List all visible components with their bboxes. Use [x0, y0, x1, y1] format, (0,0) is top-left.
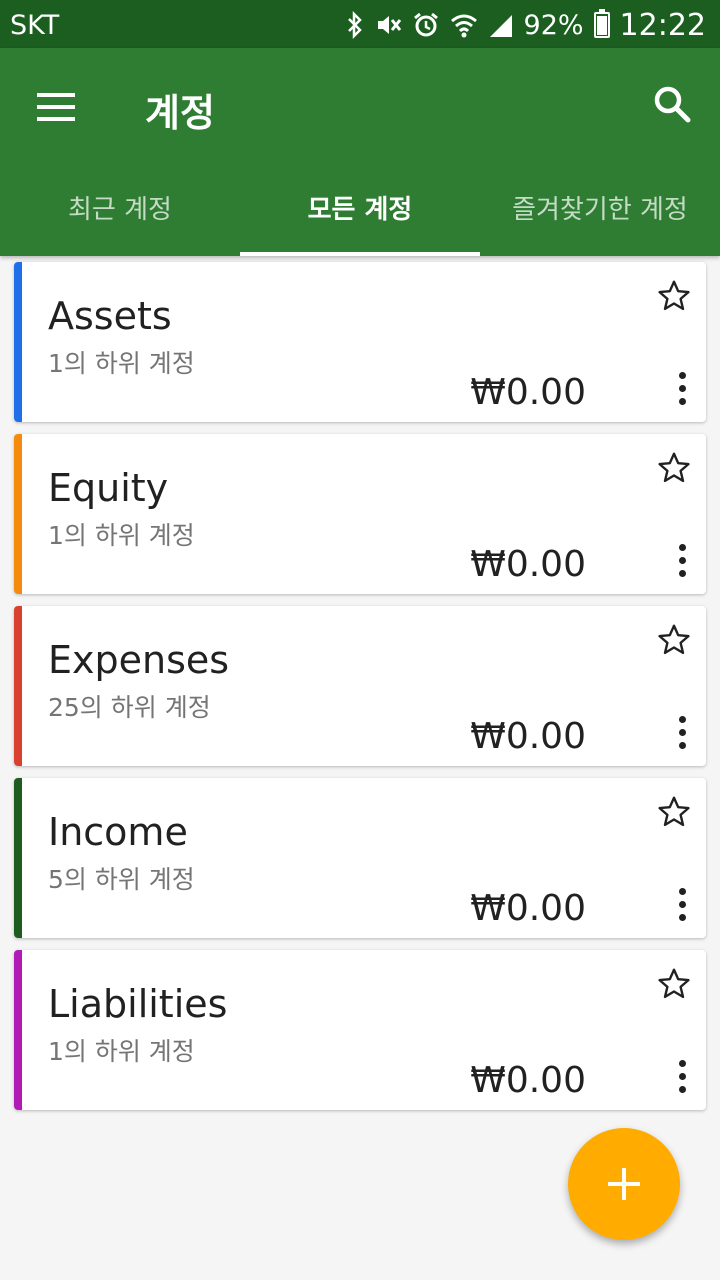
account-color-stripe: [14, 950, 22, 1110]
star-icon[interactable]: [656, 794, 692, 830]
status-bar: SKT 92% 12:22: [0, 0, 720, 48]
account-balance: ₩0.00: [470, 716, 586, 757]
account-balance: ₩0.00: [470, 1060, 586, 1101]
search-icon[interactable]: [652, 84, 692, 124]
battery-percent: 92%: [523, 9, 584, 41]
more-options-icon[interactable]: [676, 544, 688, 578]
battery-icon: [593, 9, 610, 38]
more-options-icon[interactable]: [676, 1060, 688, 1094]
account-balance: ₩0.00: [470, 372, 586, 413]
subaccount-count: 5의 하위 계정: [48, 865, 195, 894]
star-icon[interactable]: [656, 278, 692, 314]
more-options-icon[interactable]: [676, 716, 688, 750]
subaccount-count: 1의 하위 계정: [48, 349, 195, 378]
wifi-icon: [450, 11, 478, 39]
account-card-income[interactable]: Income 5의 하위 계정 ₩0.00: [14, 778, 706, 938]
tab-all-accounts[interactable]: 모든 계정: [240, 160, 480, 256]
account-balance: ₩0.00: [470, 544, 586, 585]
star-icon[interactable]: [656, 622, 692, 658]
more-options-icon[interactable]: [676, 372, 688, 406]
account-color-stripe: [14, 778, 22, 938]
add-account-button[interactable]: [568, 1128, 680, 1240]
star-icon[interactable]: [656, 966, 692, 1002]
account-balance: ₩0.00: [470, 888, 586, 929]
account-card-liabilities[interactable]: Liabilities 1의 하위 계정 ₩0.00: [14, 950, 706, 1110]
carrier-label: SKT: [10, 10, 60, 41]
alarm-icon: [412, 11, 440, 39]
app-bar: 계정 최근 계정 모든 계정 즐겨찾기한 계정: [0, 48, 720, 256]
more-options-icon[interactable]: [676, 888, 688, 922]
subaccount-count: 1의 하위 계정: [48, 1037, 195, 1066]
account-name: Equity: [48, 466, 169, 510]
account-name: Liabilities: [48, 982, 228, 1026]
account-color-stripe: [14, 434, 22, 594]
bluetooth-icon: [346, 11, 364, 39]
account-card-assets[interactable]: Assets 1의 하위 계정 ₩0.00: [14, 262, 706, 422]
tab-recent-accounts[interactable]: 최근 계정: [0, 160, 240, 256]
account-card-expenses[interactable]: Expenses 25의 하위 계정 ₩0.00: [14, 606, 706, 766]
vibrate-mute-icon: [374, 11, 402, 39]
account-color-stripe: [14, 262, 22, 422]
tab-bar: 최근 계정 모든 계정 즐겨찾기한 계정: [0, 160, 720, 256]
subaccount-count: 25의 하위 계정: [48, 693, 211, 722]
menu-icon[interactable]: [37, 93, 75, 121]
status-icons: 92% 12:22: [346, 6, 706, 44]
account-name: Assets: [48, 294, 172, 338]
tab-favorite-accounts[interactable]: 즐겨찾기한 계정: [480, 160, 720, 256]
account-list: Assets 1의 하위 계정 ₩0.00 Equity 1의 하위 계정 ₩0…: [14, 262, 706, 1122]
signal-icon: [488, 11, 514, 39]
star-icon[interactable]: [656, 450, 692, 486]
account-card-equity[interactable]: Equity 1의 하위 계정 ₩0.00: [14, 434, 706, 594]
account-color-stripe: [14, 606, 22, 766]
clock: 12:22: [619, 7, 706, 43]
account-name: Income: [48, 810, 188, 854]
plus-icon: [608, 1168, 640, 1200]
account-name: Expenses: [48, 638, 230, 682]
page-title: 계정: [145, 91, 215, 135]
subaccount-count: 1의 하위 계정: [48, 521, 195, 550]
